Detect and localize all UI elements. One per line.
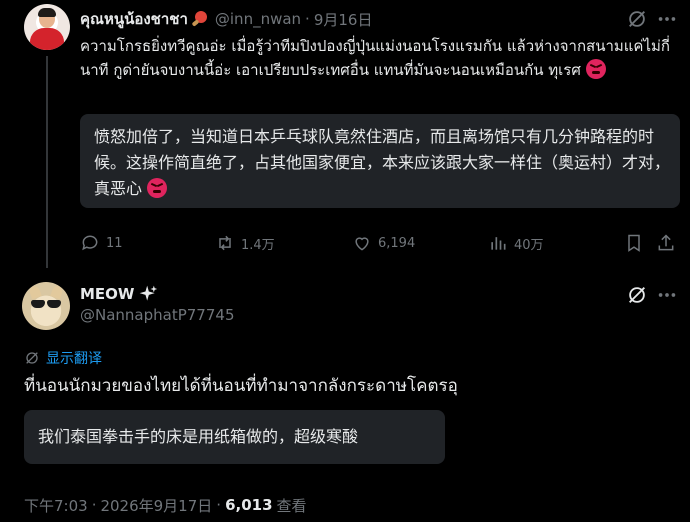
translate-icon xyxy=(26,352,38,364)
tweet1-text-block: ความโกรธยิ่งทวีคูณอ่ะ เมื่อรู้ว่าทีมปิงป… xyxy=(80,34,684,82)
tweet1-translation-block: 愤怒加倍了，当知道日本乒乓球队竟然住酒店，而且离场馆只有几分钟路程的时候。这操作… xyxy=(94,124,672,202)
thread-connector xyxy=(46,56,48,268)
avatar-user-2[interactable] xyxy=(22,282,70,330)
reply-icon xyxy=(82,235,98,251)
angry-face-icon xyxy=(585,59,606,79)
show-translation-label: 显示翻译 xyxy=(46,351,102,367)
avatar-user-1[interactable] xyxy=(24,4,70,50)
more-icon[interactable] xyxy=(656,284,678,306)
like-button[interactable]: 6,194 xyxy=(352,232,415,254)
tweet1-handle[interactable]: @inn_nwan xyxy=(215,10,301,28)
share-icon[interactable] xyxy=(656,233,676,253)
sparkle-emoji-icon xyxy=(140,285,158,301)
views-icon xyxy=(491,237,506,250)
tweet2-text: ที่นอนนักมวยของไทยได้ที่นอนที่ทำมาจากลัง… xyxy=(24,376,458,396)
tweet1-header: คุณหนูน้องชาชา @inn_nwan · 9月16日 xyxy=(80,8,372,30)
like-count: 6,194 xyxy=(378,235,416,251)
tweet2-dot-2: · xyxy=(216,496,222,514)
reply-button[interactable]: 11 xyxy=(80,232,123,254)
tweet2-dot: · xyxy=(91,496,97,514)
reply-count: 11 xyxy=(106,235,123,251)
views-count: 40万 xyxy=(514,237,544,253)
tweet1-date[interactable]: 9月16日 xyxy=(314,9,373,30)
tweet2-views-label: 查看 xyxy=(276,496,307,515)
tweet2-views-count: 6,013 xyxy=(225,496,273,514)
like-icon xyxy=(355,237,369,251)
grok-icon[interactable] xyxy=(626,284,648,306)
more-icon[interactable] xyxy=(656,8,678,30)
ping-pong-emoji-icon xyxy=(191,10,209,28)
tweet2-translation: 我们泰国拳击手的床是用纸箱做的，超级寒酸 xyxy=(38,427,359,446)
tweet2-time[interactable]: 下午7:03 xyxy=(24,495,88,516)
tweet2-date[interactable]: 2026年9月17日 xyxy=(100,495,212,516)
tweet1-dot: · xyxy=(305,10,310,28)
bookmark-icon[interactable] xyxy=(624,233,644,253)
repost-button[interactable]: 1.4万 xyxy=(215,232,275,254)
tweet1-text: ความโกรธยิ่งทวีคูณอ่ะ เมื่อรู้ว่าทีมปิงป… xyxy=(80,37,670,79)
tweet1-display-name[interactable]: คุณหนูน้องชาชา xyxy=(80,7,188,31)
views-button[interactable]: 40万 xyxy=(488,232,544,254)
tweet2-handle[interactable]: @NannaphatP77745 xyxy=(80,306,234,324)
repost-icon xyxy=(219,235,231,251)
grok-icon[interactable] xyxy=(626,8,648,30)
show-translation-link[interactable]: 显示翻译 xyxy=(24,348,102,368)
tweet2-display-name[interactable]: MEOW xyxy=(80,285,134,303)
tweet2-meta: 下午7:03 · 2026年9月17日 · 6,013 查看 xyxy=(24,494,307,516)
repost-count: 1.4万 xyxy=(241,237,275,253)
tweet1-translation: 愤怒加倍了，当知道日本乒乓球队竟然住酒店，而且离场馆只有几分钟路程的时候。这操作… xyxy=(94,127,671,198)
angry-face-icon xyxy=(147,178,168,198)
tweet2-header: MEOW xyxy=(80,283,158,305)
